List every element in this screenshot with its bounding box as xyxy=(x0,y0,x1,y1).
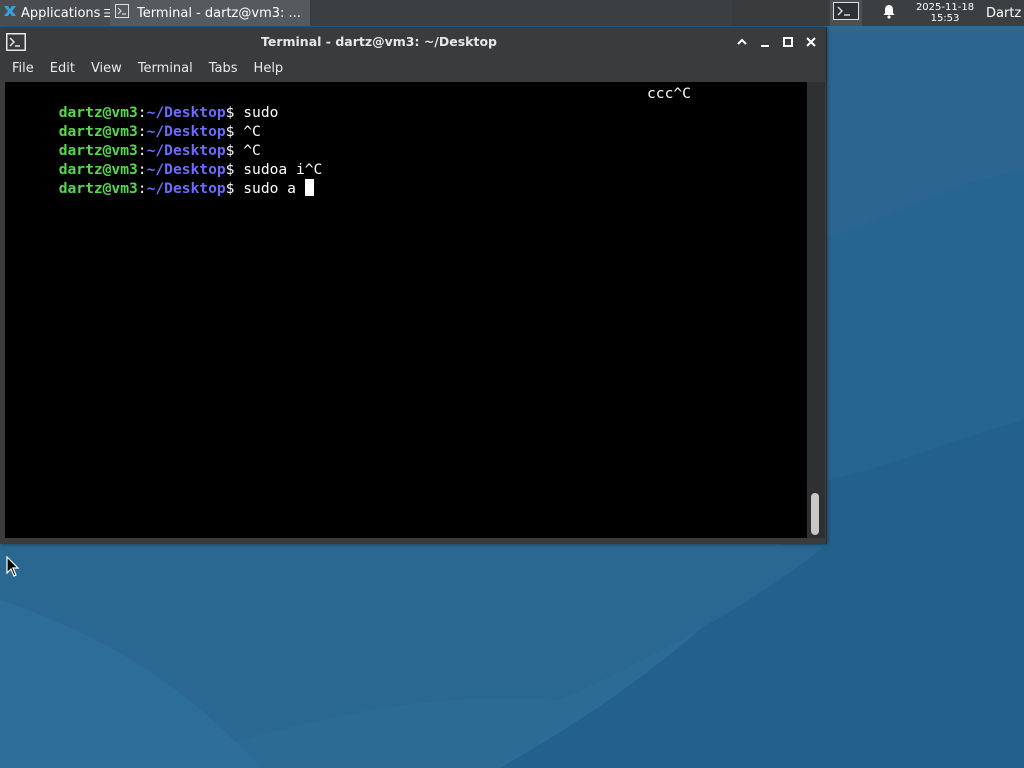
window-titlebar[interactable]: Terminal - dartz@vm3: ~/Desktop xyxy=(0,27,826,57)
command-text-overflow: ccc^C xyxy=(647,85,691,102)
prompt-path: ~/Desktop xyxy=(146,180,226,197)
mouse-pointer-icon xyxy=(6,555,20,582)
terminal-line: dartz@vm3:~/Desktop$ sudo a xyxy=(6,160,314,197)
menu-edit[interactable]: Edit xyxy=(42,57,83,81)
panel-spacer xyxy=(732,0,828,26)
user-menu-button[interactable]: Dartz xyxy=(986,0,1024,26)
xfce-logo-icon xyxy=(2,3,18,23)
maximize-icon xyxy=(783,37,793,47)
shade-button[interactable] xyxy=(734,34,750,50)
window-title: Terminal - dartz@vm3: ~/Desktop xyxy=(260,34,497,49)
menu-bar: File Edit View Terminal Tabs Help xyxy=(0,57,826,81)
menu-help[interactable]: Help xyxy=(246,57,292,81)
command-text: sudo a xyxy=(234,180,305,197)
terminal-line: dartz@vm3:~/Desktop$ ^C xyxy=(6,122,261,159)
terminal-icon xyxy=(115,4,129,22)
menu-file[interactable]: File xyxy=(4,57,42,81)
terminal-window: Terminal - dartz@vm3: ~/Desktop File Edi… xyxy=(0,27,827,544)
terminal-scrollbar[interactable] xyxy=(807,82,825,538)
terminal-line: dartz@vm3:~/Desktop$ sudoa i^C xyxy=(6,141,323,178)
applications-label: Applications xyxy=(21,5,101,21)
applications-menu-icon: ☰ xyxy=(103,6,110,20)
scrollbar-thumb[interactable] xyxy=(811,493,819,535)
prompt-user: dartz@vm3 xyxy=(58,180,138,197)
maximize-button[interactable] xyxy=(780,34,796,50)
terminal-line: dartz@vm3:~/Desktop$ sudo ccc^C xyxy=(6,84,691,121)
terminal-icon xyxy=(833,2,859,24)
taskbar-terminal-button[interactable]: Terminal - dartz@vm3: ... xyxy=(110,0,310,26)
close-icon xyxy=(806,37,816,47)
applications-menu-button[interactable]: Applications ☰ xyxy=(0,0,110,26)
minimize-icon xyxy=(761,45,769,47)
menu-terminal[interactable]: Terminal xyxy=(130,57,201,81)
top-panel: Applications ☰ Terminal - dartz@vm3: ... xyxy=(0,0,1024,26)
menu-view[interactable]: View xyxy=(83,57,130,81)
clock-date: 2025-11-18 xyxy=(915,2,975,13)
notifications-button[interactable] xyxy=(876,0,902,26)
terminal-output[interactable]: dartz@vm3:~/Desktop$ sudo ccc^C dartz@vm… xyxy=(5,82,807,538)
tray-terminal-button[interactable] xyxy=(830,0,862,26)
user-name-label: Dartz xyxy=(986,5,1022,21)
prompt-colon: : xyxy=(137,180,147,197)
menu-tabs[interactable]: Tabs xyxy=(201,57,246,81)
chevron-up-icon xyxy=(737,38,747,45)
close-button[interactable] xyxy=(803,34,819,50)
clock[interactable]: 2025-11-18 15:53 xyxy=(908,0,982,26)
minimize-button[interactable] xyxy=(757,34,773,50)
taskbar-terminal-label: Terminal - dartz@vm3: ... xyxy=(137,5,301,21)
text-cursor xyxy=(304,179,314,196)
terminal-line: dartz@vm3:~/Desktop$ ^C xyxy=(6,103,261,140)
clock-time: 15:53 xyxy=(930,13,960,24)
bell-icon xyxy=(882,4,896,23)
